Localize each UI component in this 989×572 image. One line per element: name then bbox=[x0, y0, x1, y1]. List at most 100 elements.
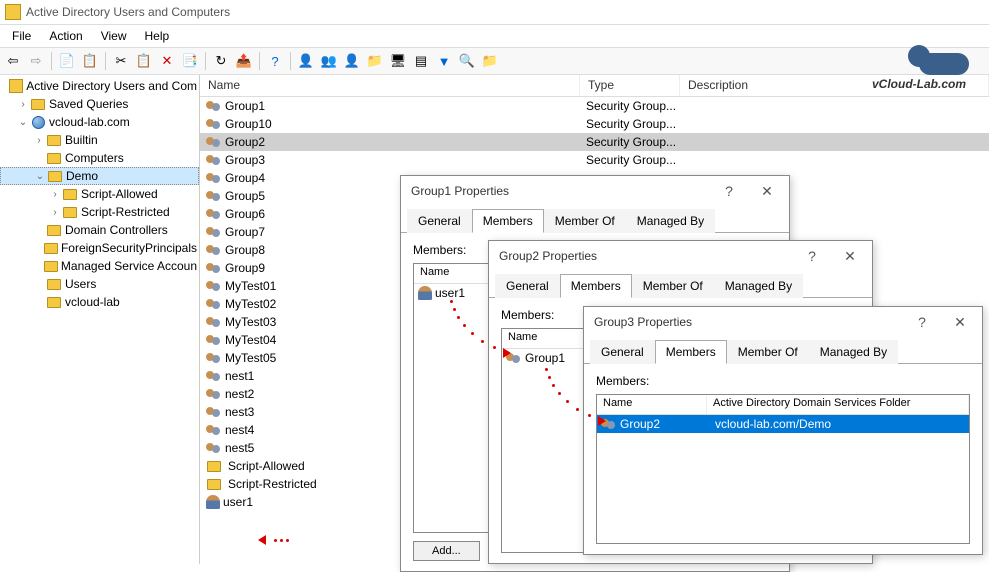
tree-vcloud-lab[interactable]: vcloud-lab bbox=[0, 293, 199, 311]
new-ou-button[interactable]: 👤 bbox=[341, 50, 363, 72]
row-name: MyTest03 bbox=[225, 315, 276, 329]
new-computer-button[interactable]: 📁 bbox=[364, 50, 386, 72]
tree-root[interactable]: Active Directory Users and Com bbox=[0, 77, 199, 95]
col-name[interactable]: Name bbox=[200, 75, 580, 96]
group-icon bbox=[206, 207, 222, 221]
list-row[interactable]: Group2 Security Group... bbox=[200, 133, 989, 151]
close-button[interactable]: ✕ bbox=[749, 179, 785, 203]
help-button[interactable]: ? bbox=[711, 179, 747, 203]
new-user-button[interactable]: 👤 bbox=[295, 50, 317, 72]
tree-domain[interactable]: ⌄vcloud-lab.com bbox=[0, 113, 199, 131]
add-button[interactable]: Add... bbox=[413, 541, 480, 561]
group-icon bbox=[206, 153, 222, 167]
row-name: Group6 bbox=[225, 207, 265, 221]
group-icon bbox=[506, 351, 522, 365]
tree-domain-controllers[interactable]: Domain Controllers bbox=[0, 221, 199, 239]
row-name: nest4 bbox=[225, 423, 254, 437]
close-button[interactable]: ✕ bbox=[942, 310, 978, 334]
member-name: Group1 bbox=[525, 351, 565, 365]
tree-label: Users bbox=[65, 277, 96, 291]
dialog-titlebar[interactable]: Group2 Properties ?✕ bbox=[489, 241, 872, 271]
tab-general[interactable]: General bbox=[590, 340, 655, 364]
delete-button[interactable]: ✕ bbox=[156, 50, 178, 72]
toolbar: ⇦ ⇨ 📄 📋 ✂ 📋 ✕ 📑 ↻ 📤 ? 👤 👥 👤 📁 🖥 ▤ ▼ 🔍 📁 bbox=[0, 47, 989, 75]
members-label: Members: bbox=[596, 374, 970, 388]
user-icon bbox=[206, 495, 220, 509]
dialog-titlebar[interactable]: Group1 Properties ?✕ bbox=[401, 176, 789, 206]
member-name: user1 bbox=[435, 286, 465, 300]
help-button[interactable]: ? bbox=[794, 244, 830, 268]
help-button[interactable]: ? bbox=[904, 310, 940, 334]
tab-memberof[interactable]: Member Of bbox=[632, 274, 714, 298]
tab-general[interactable]: General bbox=[407, 209, 472, 233]
row-name: Group4 bbox=[225, 171, 265, 185]
tree-saved-queries[interactable]: ›Saved Queries bbox=[0, 95, 199, 113]
list-row[interactable]: Group10Security Group... bbox=[200, 115, 989, 133]
tab-managedby[interactable]: Managed By bbox=[626, 209, 715, 233]
tab-general[interactable]: General bbox=[495, 274, 560, 298]
tab-memberof[interactable]: Member Of bbox=[544, 209, 626, 233]
export-button[interactable]: 📤 bbox=[233, 50, 255, 72]
row-type: Security Group... bbox=[580, 135, 680, 149]
tab-managedby[interactable]: Managed By bbox=[809, 340, 898, 364]
menu-view[interactable]: View bbox=[93, 27, 135, 45]
tree-script-restricted[interactable]: ›Script-Restricted bbox=[0, 203, 199, 221]
copy-button[interactable]: 📋 bbox=[133, 50, 155, 72]
member-item[interactable]: Group2 vcloud-lab.com/Demo bbox=[597, 415, 969, 433]
tree-msa[interactable]: Managed Service Accoun bbox=[0, 257, 199, 275]
tab-members[interactable]: Members bbox=[655, 340, 727, 364]
group3-properties-dialog[interactable]: Group3 Properties ?✕ General Members Mem… bbox=[583, 306, 983, 555]
properties-button[interactable]: 📋 bbox=[79, 50, 101, 72]
tree-users[interactable]: Users bbox=[0, 275, 199, 293]
close-button[interactable]: ✕ bbox=[832, 244, 868, 268]
titlebar: Active Directory Users and Computers bbox=[0, 0, 989, 25]
menu-help[interactable]: Help bbox=[137, 27, 178, 45]
props-button[interactable]: 📑 bbox=[179, 50, 201, 72]
back-button[interactable]: ⇦ bbox=[2, 50, 24, 72]
tabs: General Members Member Of Managed By bbox=[489, 273, 872, 298]
tree-builtin[interactable]: ›Builtin bbox=[0, 131, 199, 149]
dialog-titlebar[interactable]: Group3 Properties ?✕ bbox=[584, 307, 982, 337]
tab-members[interactable]: Members bbox=[472, 209, 544, 233]
col-name[interactable]: Name bbox=[597, 395, 707, 414]
list-row[interactable]: Group1Security Group... bbox=[200, 97, 989, 115]
col-desc[interactable]: Description bbox=[680, 75, 989, 96]
members-listbox[interactable]: Name Active Directory Domain Services Fo… bbox=[596, 394, 970, 544]
folder-icon bbox=[206, 459, 222, 473]
tab-members[interactable]: Members bbox=[560, 274, 632, 298]
tabs: General Members Member Of Managed By bbox=[584, 339, 982, 364]
dialog-body: Members: Name Active Directory Domain Se… bbox=[584, 364, 982, 554]
group-icon bbox=[206, 225, 222, 239]
query-button[interactable]: 🔍 bbox=[456, 50, 478, 72]
tree-label: Domain Controllers bbox=[65, 223, 168, 237]
group-icon bbox=[206, 333, 222, 347]
new-contact-button[interactable]: 🖥 bbox=[387, 50, 409, 72]
up-button[interactable]: 📄 bbox=[56, 50, 78, 72]
refresh-button[interactable]: ↻ bbox=[210, 50, 232, 72]
tree-fsp[interactable]: ForeignSecurityPrincipals bbox=[0, 239, 199, 257]
tree-demo[interactable]: ⌄Demo bbox=[0, 167, 199, 185]
saved-button[interactable]: 📁 bbox=[479, 50, 501, 72]
menu-action[interactable]: Action bbox=[41, 27, 90, 45]
group-icon bbox=[206, 117, 222, 131]
col-type[interactable]: Type bbox=[580, 75, 680, 96]
filter-button[interactable]: ▼ bbox=[433, 50, 455, 72]
menu-file[interactable]: File bbox=[4, 27, 39, 45]
find-button[interactable]: ▤ bbox=[410, 50, 432, 72]
help-button[interactable]: ? bbox=[264, 50, 286, 72]
col-folder[interactable]: Active Directory Domain Services Folder bbox=[707, 395, 969, 414]
tree-script-allowed[interactable]: ›Script-Allowed bbox=[0, 185, 199, 203]
cut-button[interactable]: ✂ bbox=[110, 50, 132, 72]
tree-label: Managed Service Accoun bbox=[61, 259, 197, 273]
group-icon bbox=[601, 417, 617, 431]
list-row[interactable]: Group3Security Group... bbox=[200, 151, 989, 169]
tab-memberof[interactable]: Member Of bbox=[727, 340, 809, 364]
dialog-title: Group2 Properties bbox=[499, 249, 597, 263]
tree-pane[interactable]: Active Directory Users and Com ›Saved Qu… bbox=[0, 75, 200, 564]
forward-button[interactable]: ⇨ bbox=[25, 50, 47, 72]
tree-computers[interactable]: Computers bbox=[0, 149, 199, 167]
user-icon bbox=[418, 286, 432, 300]
tab-managedby[interactable]: Managed By bbox=[714, 274, 803, 298]
new-group-button[interactable]: 👥 bbox=[318, 50, 340, 72]
row-name: Group2 bbox=[225, 135, 265, 149]
